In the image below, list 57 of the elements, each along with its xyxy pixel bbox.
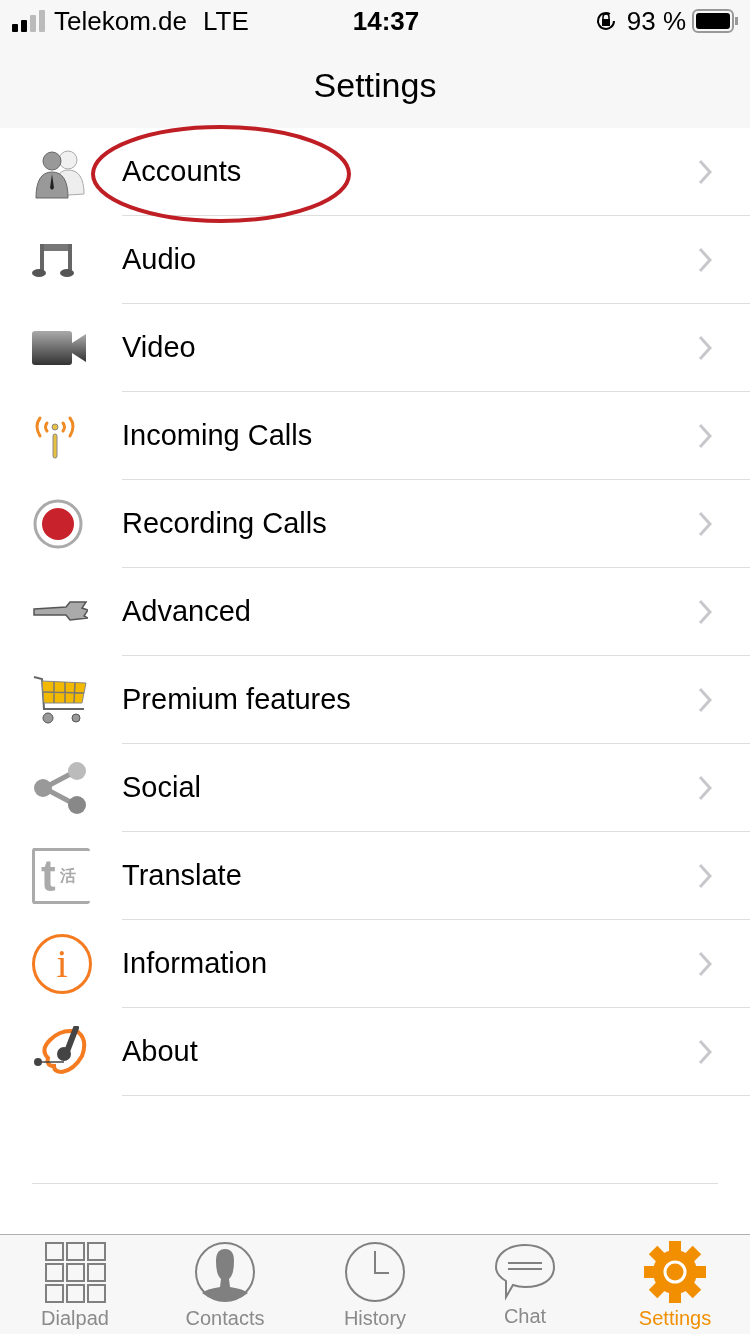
chevron-icon	[698, 950, 712, 977]
chevron-icon	[698, 862, 712, 889]
row-label: Accounts	[122, 153, 242, 189]
wrench-icon	[32, 600, 88, 624]
settings-row[interactable]: Incoming Calls	[0, 392, 750, 480]
clock-icon	[344, 1241, 406, 1303]
settings-row[interactable]: Audio	[0, 216, 750, 304]
settings-row[interactable]: About	[0, 1008, 750, 1096]
chevron-icon	[698, 1038, 712, 1065]
chevron-icon	[698, 334, 712, 361]
chat-bubble-icon	[494, 1241, 556, 1301]
dialpad-icon	[44, 1241, 106, 1303]
settings-row[interactable]: Advanced	[0, 568, 750, 656]
tab-label: Settings	[638, 1306, 712, 1331]
tab-label: History	[343, 1306, 407, 1331]
chevron-icon	[698, 598, 712, 625]
row-label: Video	[122, 329, 196, 365]
chevron-icon	[698, 774, 712, 801]
row-label: Audio	[122, 241, 197, 277]
music-note-icon	[32, 242, 76, 278]
gear-icon	[644, 1241, 706, 1303]
row-label: About	[122, 1033, 198, 1069]
settings-row[interactable]: Recording Calls	[0, 480, 750, 568]
row-label: Premium features	[122, 681, 351, 717]
settings-row[interactable]: Accounts	[0, 128, 750, 216]
chevron-icon	[698, 422, 712, 449]
row-label: Translate	[122, 857, 242, 893]
row-label: Recording Calls	[122, 505, 327, 541]
settings-row[interactable]: Video	[0, 304, 750, 392]
row-label: Social	[122, 769, 201, 805]
tab-label: Contacts	[185, 1306, 265, 1331]
shopping-cart-icon	[32, 675, 88, 725]
video-camera-icon	[32, 331, 86, 365]
rotation-lock-icon	[594, 10, 617, 32]
settings-row[interactable]: i Information	[0, 920, 750, 1008]
chevron-icon	[698, 246, 712, 273]
network-type: LTE	[202, 4, 249, 38]
share-icon	[32, 760, 88, 816]
tab-label: Dialpad	[41, 1306, 109, 1331]
battery-icon	[692, 9, 738, 33]
record-icon	[32, 498, 84, 550]
row-label: Information	[122, 945, 268, 981]
row-label: Advanced	[122, 593, 251, 629]
chevron-icon	[698, 510, 712, 537]
signal-icon	[12, 10, 46, 32]
screen-title: Settings	[313, 64, 437, 106]
settings-row[interactable]: Premium features	[0, 656, 750, 744]
chevron-icon	[698, 686, 712, 713]
person-icon	[194, 1241, 256, 1303]
carrier-name: Telekom.de	[54, 4, 187, 38]
row-label: Incoming Calls	[122, 417, 313, 453]
tab-label: Chat	[503, 1304, 547, 1329]
clock-time: 14:37	[352, 4, 420, 38]
info-icon: i	[32, 934, 92, 994]
battery-percent: 93 %	[626, 4, 686, 38]
settings-row[interactable]: Social	[0, 744, 750, 832]
chevron-icon	[698, 158, 712, 185]
